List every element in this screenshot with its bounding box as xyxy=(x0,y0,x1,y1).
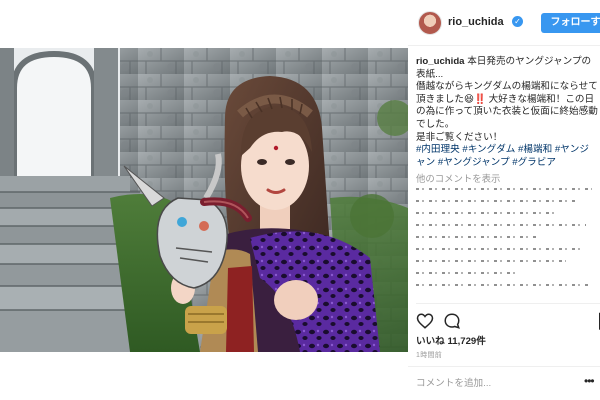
post-header: rio_uchida ✓ フォローする xyxy=(408,0,600,46)
post-photo[interactable] xyxy=(0,48,408,352)
list-item xyxy=(416,188,592,190)
likes-label: いいね xyxy=(416,336,445,347)
comment-form: ••• xyxy=(408,366,600,400)
post-caption: rio_uchida 本日発売のヤングジャンプの表紙... 僭越ながらキングダム… xyxy=(416,56,598,169)
follow-button[interactable]: フォローする xyxy=(541,13,600,33)
list-item xyxy=(416,200,576,202)
more-dots-icon[interactable]: ••• xyxy=(584,374,598,388)
list-item xyxy=(416,224,586,226)
list-item xyxy=(416,272,516,274)
view-more-comments-link[interactable]: 他のコメントを表示 xyxy=(416,171,500,185)
comment-bubble-icon[interactable] xyxy=(443,312,461,330)
bookmark-icon[interactable] xyxy=(596,312,600,330)
avatar[interactable] xyxy=(418,11,442,35)
post-sidebar: rio_uchida ✓ フォローする rio_uchida 本日発売のヤングジ… xyxy=(408,0,600,400)
heart-icon[interactable] xyxy=(416,312,434,330)
verified-badge-icon: ✓ xyxy=(512,16,523,27)
post-photo-image xyxy=(0,48,408,352)
caption-hashtags[interactable]: #内田理央 #キングダム #楊端和 #ヤンジャン #ヤングジャンプ #グラビア xyxy=(416,144,589,168)
list-item xyxy=(416,248,581,250)
likes-count[interactable]: いいね 11,729件 xyxy=(416,333,486,347)
comment-input[interactable] xyxy=(416,374,566,392)
post-timestamp[interactable]: 1時間前 xyxy=(416,350,442,360)
likes-number: 11,729件 xyxy=(447,336,486,347)
list-item xyxy=(416,284,588,286)
list-item xyxy=(416,260,566,262)
caption-username-link[interactable]: rio_uchida xyxy=(416,56,465,67)
list-item xyxy=(416,236,536,238)
list-item xyxy=(416,212,556,214)
comments-list xyxy=(416,188,600,300)
caption-text: 本日発売のヤングジャンプの表紙... 僭越ながらキングダムの楊端和にならせて頂き… xyxy=(416,56,598,143)
divider xyxy=(416,303,600,304)
username-link[interactable]: rio_uchida xyxy=(448,16,504,28)
